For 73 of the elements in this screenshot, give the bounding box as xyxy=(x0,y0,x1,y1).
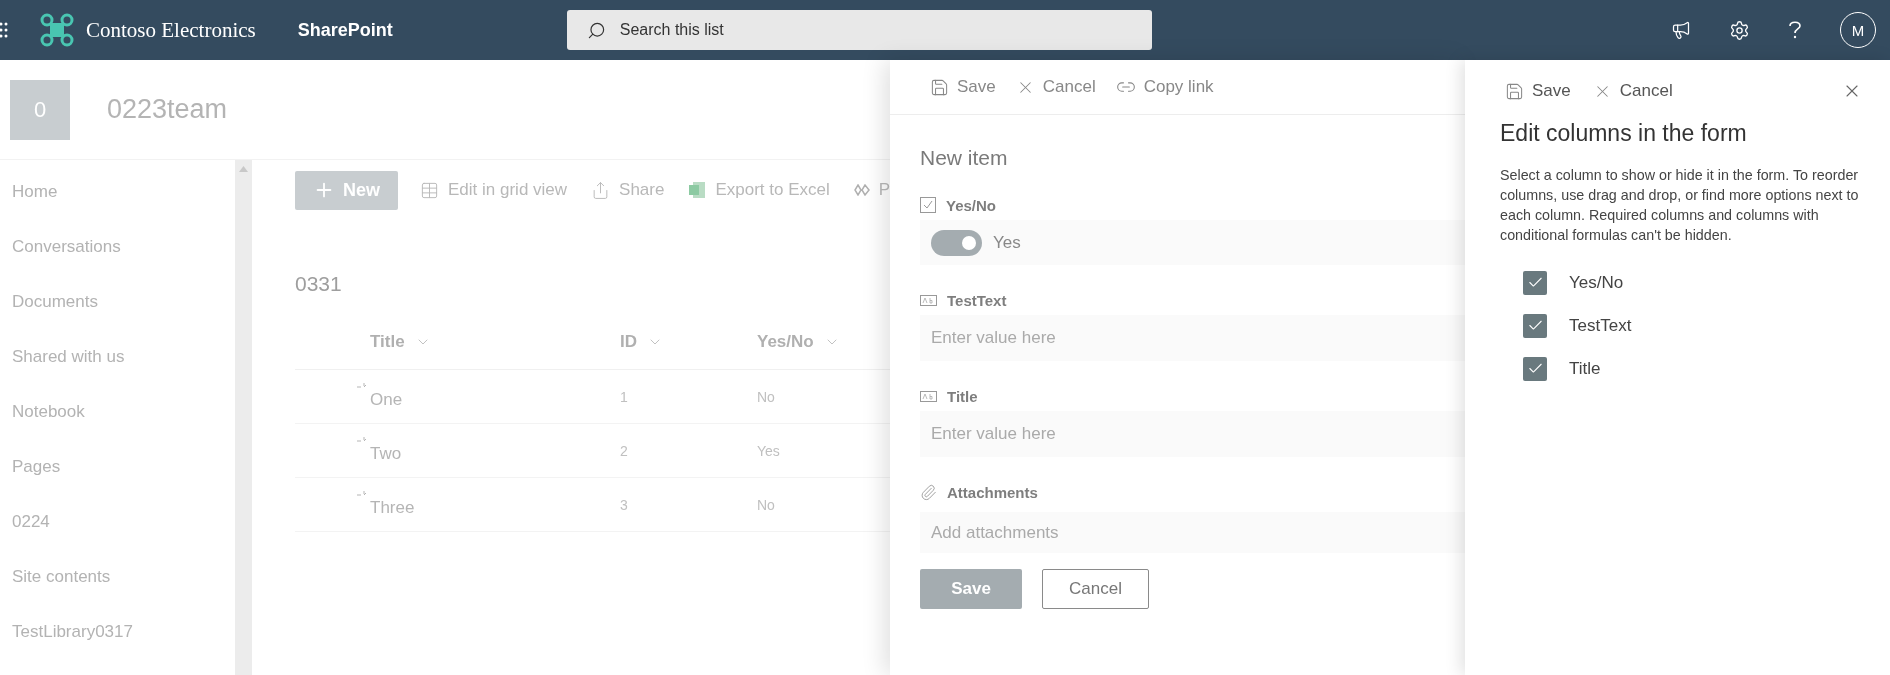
table-cell: 2 xyxy=(620,442,628,459)
table-cell: Yes xyxy=(757,442,780,459)
checkbox-label[interactable]: Yes/No xyxy=(1569,272,1624,293)
attachments-placeholder: Add attachments xyxy=(931,522,1059,543)
nav-item[interactable]: 0224 xyxy=(0,494,50,549)
megaphone-icon[interactable] xyxy=(1671,20,1691,40)
table-cell: No xyxy=(757,496,775,513)
nav-item[interactable]: Conversations xyxy=(0,219,121,274)
search-icon xyxy=(586,20,606,40)
checkbox[interactable] xyxy=(1523,270,1547,295)
column-header[interactable]: Title xyxy=(370,331,431,352)
app-name[interactable]: SharePoint xyxy=(297,19,393,41)
site-title[interactable]: 0223team xyxy=(107,94,228,125)
excel-icon xyxy=(688,181,707,199)
nav-item[interactable]: Documents xyxy=(0,274,98,329)
nav-item[interactable]: Pages xyxy=(0,439,61,494)
field-label: Yes/No xyxy=(946,196,997,214)
settings-icon[interactable] xyxy=(1729,19,1750,41)
search-field[interactable]: Search this list xyxy=(566,10,1152,50)
checkbox[interactable] xyxy=(1523,356,1547,381)
checkbox[interactable] xyxy=(1523,313,1547,338)
table-cell: 3 xyxy=(620,496,628,513)
search-placeholder: Search this list xyxy=(619,21,724,39)
save-icon xyxy=(930,77,949,97)
command-button[interactable]: Export to Excel xyxy=(686,180,832,200)
grid-icon xyxy=(420,180,439,200)
text-field-icon xyxy=(920,390,937,402)
table-cell: 1 xyxy=(620,388,628,405)
table-cell: No xyxy=(757,388,775,405)
table-cell[interactable]: One xyxy=(370,389,403,410)
field-label: TestText xyxy=(947,291,1007,309)
field-label: Attachments xyxy=(947,483,1038,501)
toggle-label: Yes xyxy=(993,232,1021,253)
panel-title: Edit columns in the form xyxy=(1500,120,1747,147)
nav-item[interactable]: Site contents xyxy=(0,549,111,604)
attachments-field[interactable]: Add attachments xyxy=(920,512,1465,553)
nav-item[interactable]: Shared with us xyxy=(0,329,125,384)
input-field[interactable]: Enter value here xyxy=(920,315,1465,361)
toolbar-button[interactable]: Cancel xyxy=(1015,77,1096,97)
form-title: New item xyxy=(920,146,1008,170)
command-button[interactable]: Share xyxy=(589,180,667,200)
scrollbar[interactable] xyxy=(235,160,252,675)
nav-item[interactable]: Home xyxy=(0,164,58,219)
logo-icon xyxy=(40,13,74,47)
column-header[interactable]: ID xyxy=(620,331,663,352)
toolbar-button[interactable]: Save xyxy=(1505,81,1571,101)
nav-item[interactable]: TestLibrary0317 xyxy=(0,604,133,659)
paperclip-icon xyxy=(920,483,937,501)
diamonds-icon xyxy=(853,184,870,196)
table-cell[interactable]: Two xyxy=(370,443,402,464)
command-button[interactable]: Edit in grid view xyxy=(418,180,570,200)
text-field-icon xyxy=(920,294,937,306)
checkbox-field-icon xyxy=(920,197,936,213)
toggle-switch[interactable] xyxy=(931,229,982,256)
command-button[interactable]: P xyxy=(851,180,893,200)
table-cell[interactable]: Three xyxy=(370,497,415,518)
column-header[interactable]: Yes/No xyxy=(757,331,840,352)
help-icon[interactable] xyxy=(1788,20,1802,40)
toolbar-button[interactable]: Save xyxy=(930,77,996,97)
brand-name[interactable]: Contoso Electronics xyxy=(86,17,256,43)
input-field[interactable]: Enter value here xyxy=(920,411,1465,457)
toolbar-button[interactable]: Copy link xyxy=(1115,77,1214,97)
toolbar-button[interactable]: Cancel xyxy=(1592,81,1673,101)
checkbox-label[interactable]: Title xyxy=(1569,358,1601,379)
cancel-button[interactable]: Cancel xyxy=(1042,569,1149,609)
field-label: Title xyxy=(947,387,978,405)
save-button[interactable]: Save xyxy=(920,569,1022,609)
nav-item[interactable]: Notebook xyxy=(0,384,85,439)
panel-description: Select a column to show or hide it in the form. To reorder columns, use drag and drop, or find more options next to each column. Required columns and columns with conditional formulas can't be hidden. xyxy=(1500,166,1860,245)
list-title: 0331 xyxy=(295,272,342,296)
save-icon xyxy=(1505,81,1524,101)
checkbox-label[interactable]: TestText xyxy=(1569,315,1632,336)
app-launcher-icon[interactable] xyxy=(0,22,8,38)
